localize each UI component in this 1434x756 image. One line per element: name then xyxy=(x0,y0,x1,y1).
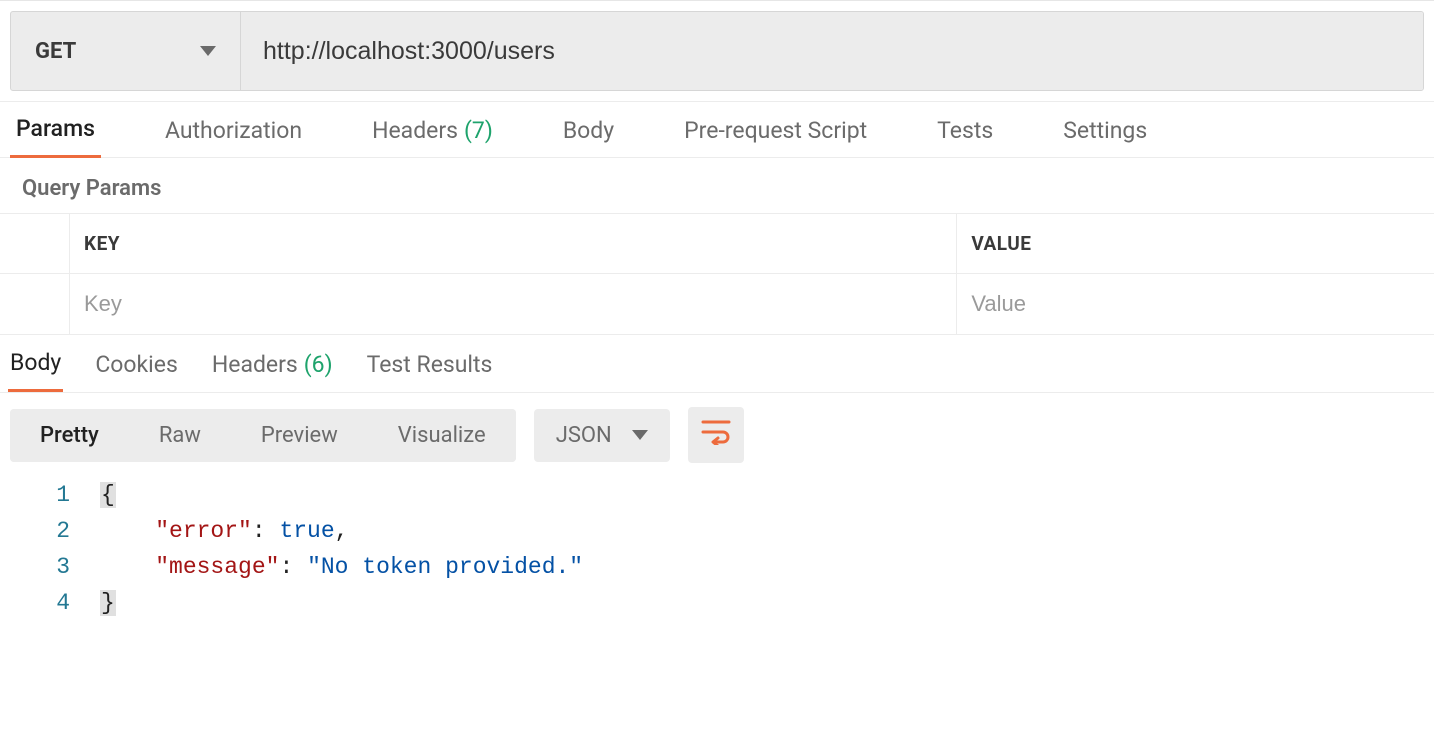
tab-tests-label: Tests xyxy=(937,117,993,144)
body-toolbar: Pretty Raw Preview Visualize JSON xyxy=(0,393,1434,477)
headers-count: (7) xyxy=(464,117,493,144)
code-text: "message": "No token provided." xyxy=(100,554,583,580)
response-tab-body[interactable]: Body xyxy=(8,335,63,392)
value-header-cell: VALUE xyxy=(957,214,1434,273)
key-input[interactable] xyxy=(84,291,942,317)
params-input-row xyxy=(0,274,1434,334)
tab-pre-request-label: Pre-request Script xyxy=(684,117,867,144)
params-header-row: KEY VALUE xyxy=(0,214,1434,274)
request-row: GET xyxy=(0,1,1434,102)
code-text: "error": true, xyxy=(100,518,348,544)
response-tab-body-label: Body xyxy=(10,349,61,376)
code-line: 3 "message": "No token provided." xyxy=(0,549,1434,585)
response-tab-headers[interactable]: Headers (6) xyxy=(210,337,335,391)
tab-body[interactable]: Body xyxy=(557,103,620,157)
code-text: } xyxy=(100,590,116,616)
tab-pre-request-script[interactable]: Pre-request Script xyxy=(678,103,873,157)
response-headers-count: (6) xyxy=(304,351,333,378)
request-box: GET xyxy=(10,11,1424,91)
params-gutter xyxy=(0,214,70,273)
response-tab-cookies[interactable]: Cookies xyxy=(93,337,180,391)
value-input-cell xyxy=(957,274,1434,334)
params-gutter xyxy=(0,274,70,334)
url-input[interactable] xyxy=(241,12,1423,90)
response-body-viewer[interactable]: 1 { 2 "error": true, 3 "message": "No to… xyxy=(0,477,1434,641)
wrap-lines-button[interactable] xyxy=(688,407,744,463)
value-header-label: VALUE xyxy=(971,232,1031,255)
key-header-label: KEY xyxy=(84,232,120,255)
response-tabs: Body Cookies Headers (6) Test Results xyxy=(0,335,1434,393)
view-raw[interactable]: Raw xyxy=(129,409,231,462)
code-line: 1 { xyxy=(0,477,1434,513)
response-tab-test-results-label: Test Results xyxy=(367,351,493,378)
tab-headers[interactable]: Headers (7) xyxy=(366,103,499,157)
line-number: 4 xyxy=(0,590,100,616)
line-number: 3 xyxy=(0,554,100,580)
code-text: { xyxy=(100,482,116,508)
view-preview[interactable]: Preview xyxy=(231,409,368,462)
tab-settings[interactable]: Settings xyxy=(1057,103,1153,157)
chevron-down-icon xyxy=(632,430,648,440)
tab-settings-label: Settings xyxy=(1063,117,1147,144)
method-label: GET xyxy=(35,39,76,64)
tab-params-label: Params xyxy=(16,115,95,142)
response-tab-headers-label: Headers xyxy=(212,351,298,378)
line-number: 1 xyxy=(0,482,100,508)
tab-params[interactable]: Params xyxy=(10,101,101,158)
value-input[interactable] xyxy=(971,291,1420,317)
tab-tests[interactable]: Tests xyxy=(931,103,999,157)
view-pretty[interactable]: Pretty xyxy=(10,409,129,462)
format-select[interactable]: JSON xyxy=(534,409,670,462)
method-select[interactable]: GET xyxy=(11,12,241,90)
format-label: JSON xyxy=(556,423,612,448)
key-input-cell xyxy=(70,274,957,334)
query-params-title: Query Params xyxy=(0,158,1434,213)
tab-headers-label: Headers xyxy=(372,117,458,144)
tab-authorization-label: Authorization xyxy=(165,117,302,144)
code-line: 4 } xyxy=(0,585,1434,621)
view-visualize[interactable]: Visualize xyxy=(368,409,516,462)
response-tab-cookies-label: Cookies xyxy=(95,351,178,378)
line-number: 2 xyxy=(0,518,100,544)
code-line: 2 "error": true, xyxy=(0,513,1434,549)
response-tab-test-results[interactable]: Test Results xyxy=(365,337,495,391)
tab-body-label: Body xyxy=(563,117,614,144)
request-tabs: Params Authorization Headers (7) Body Pr… xyxy=(0,102,1434,158)
view-mode-group: Pretty Raw Preview Visualize xyxy=(10,409,516,462)
key-header-cell: KEY xyxy=(70,214,957,273)
chevron-down-icon xyxy=(200,46,216,56)
query-params-table: KEY VALUE xyxy=(0,213,1434,335)
wrap-icon xyxy=(701,419,731,452)
tab-authorization[interactable]: Authorization xyxy=(159,103,308,157)
